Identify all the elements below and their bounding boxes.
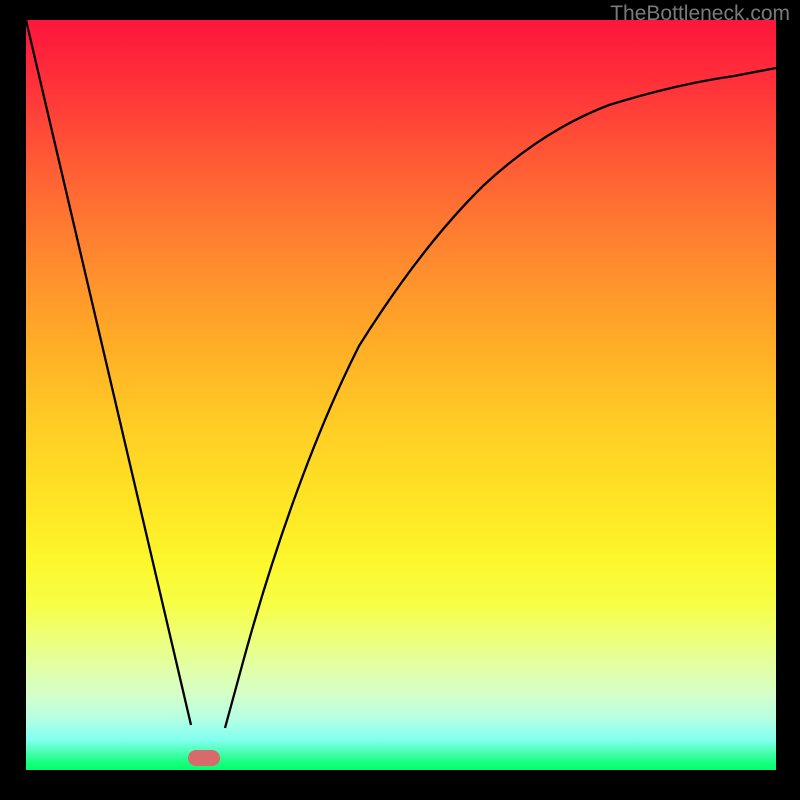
curve-right-branch — [225, 68, 776, 728]
chart-plot-area — [26, 20, 776, 770]
watermark-text: TheBottleneck.com — [610, 2, 790, 26]
bottleneck-curve — [26, 20, 776, 770]
curve-left-branch — [26, 20, 191, 725]
optimum-marker — [188, 750, 220, 766]
